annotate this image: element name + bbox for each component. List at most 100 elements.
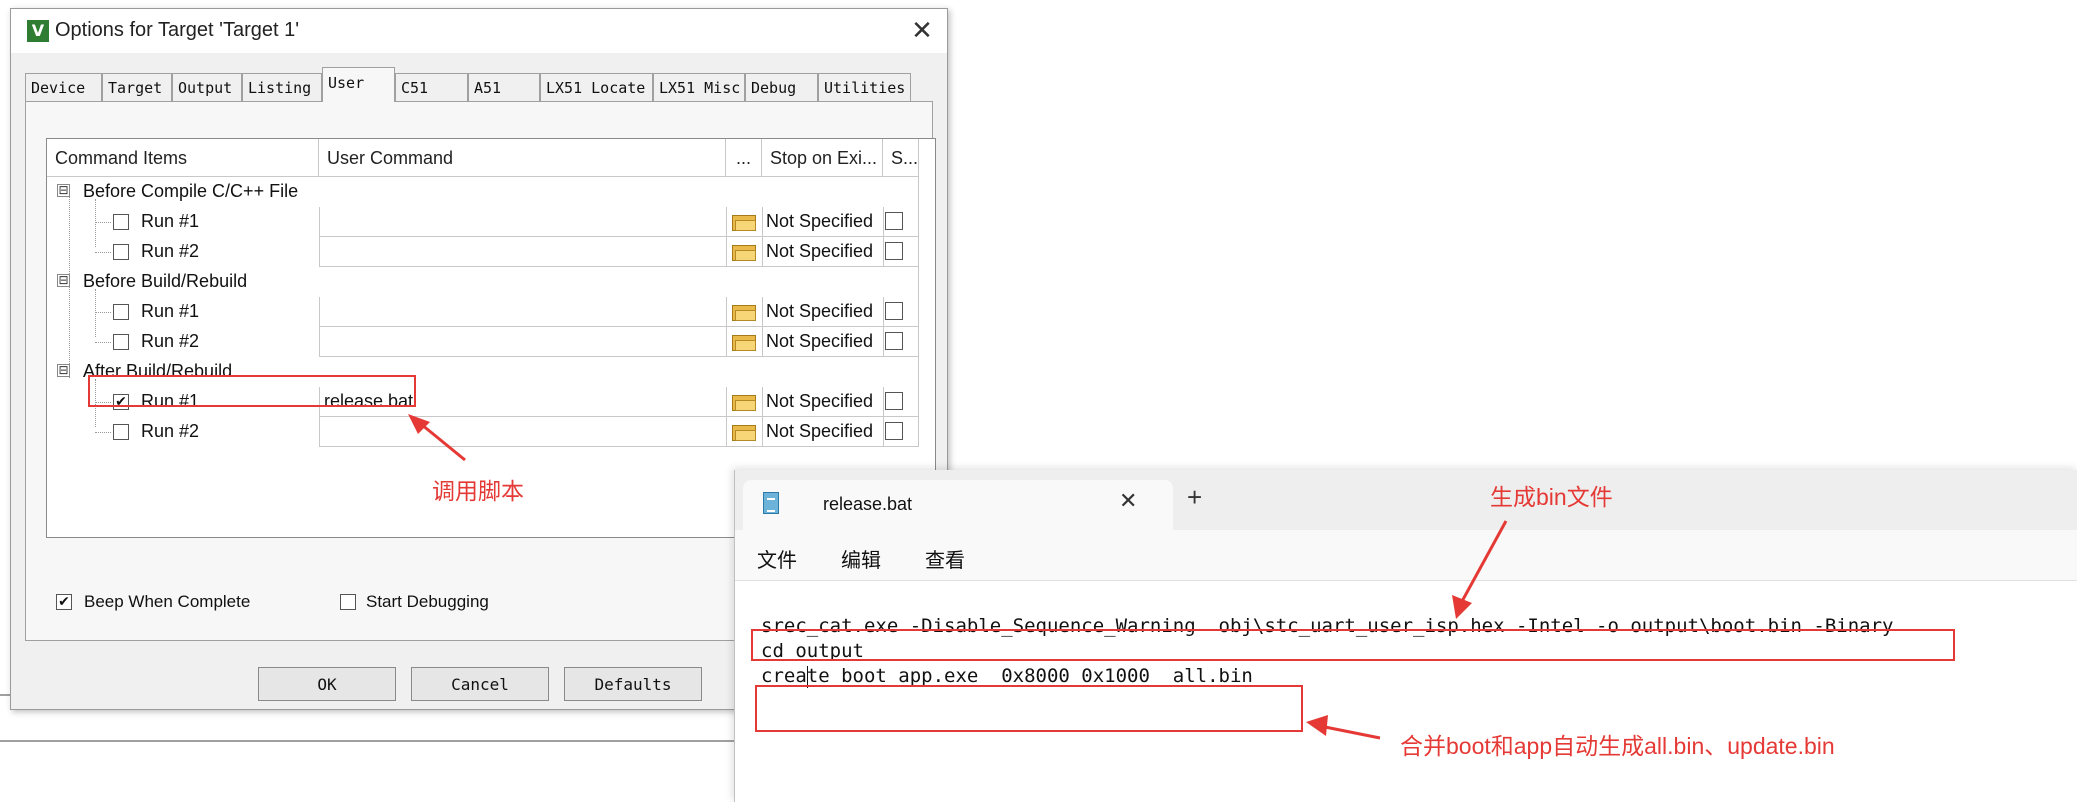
stop-on-exit-value[interactable]: Not Specified [762,387,884,417]
highlight-srec-line [751,629,1955,661]
stop-on-exit-value[interactable]: Not Specified [762,297,884,327]
notepad-icon [763,492,779,514]
group-row-filler [319,267,919,297]
menu-file[interactable]: 文件 [757,544,797,573]
annotation-call-script: 调用脚本 [432,478,524,504]
run-row: Run #2 Not Specified [47,237,937,267]
highlight-create-line [755,685,1303,732]
column-header-user-command[interactable]: User Command [319,139,726,177]
tab-lx51-locate[interactable]: LX51 Locate [540,73,653,101]
browse-button[interactable] [726,297,763,327]
tab-target[interactable]: Target [102,73,172,101]
editor-line: create_boot_app.exe 0x8000 0x1000 all.bi… [761,665,1253,687]
folder-open-icon [732,303,756,321]
tree-line [95,252,111,253]
s-cell [883,387,919,417]
beep-label: Beep When Complete [84,592,251,611]
s-cell [883,417,919,447]
browse-button[interactable] [726,207,763,237]
s-cell [883,237,919,267]
stop-on-exit-value[interactable]: Not Specified [762,237,884,267]
column-header-command-items[interactable]: Command Items [47,139,319,177]
run-checkbox[interactable] [113,244,129,260]
start-debugging-checkbox[interactable] [340,594,356,610]
tree-line [95,342,111,343]
tree-line [95,432,111,433]
tab-utilities[interactable]: Utilities [818,73,911,101]
s-checkbox[interactable] [885,302,903,320]
beep-checkbox[interactable]: ✔ [56,594,72,610]
keil-app-icon: V [27,20,49,42]
run-checkbox[interactable] [113,334,129,350]
collapse-icon[interactable]: ⊟ [57,364,70,377]
notepad-tabbar: release.bat ✕ + [735,470,2077,530]
background-line [0,740,734,742]
run-checkbox[interactable] [113,424,129,440]
tab-debug[interactable]: Debug [745,73,818,101]
tree-line [95,312,111,313]
cancel-button[interactable]: Cancel [411,667,549,701]
dialog-title: Options for Target 'Target 1' [55,19,300,41]
stop-on-exit-value[interactable]: Not Specified [762,417,884,447]
ok-button[interactable]: OK [258,667,396,701]
s-cell [883,327,919,357]
stop-on-exit-value[interactable]: Not Specified [762,207,884,237]
run-label: Run #1 [141,211,200,231]
s-checkbox[interactable] [885,242,903,260]
folder-open-icon [732,393,756,411]
notepad-tab[interactable]: release.bat ✕ [743,480,1173,530]
tab-output[interactable]: Output [172,73,242,101]
tab-a51[interactable]: A51 [468,73,540,101]
notepad-menubar: 文件 编辑 查看 [735,530,2077,581]
annotation-arrow [1452,520,1508,619]
close-icon[interactable]: ✕ [907,15,937,45]
folder-open-icon [732,333,756,351]
tab-lx51-misc[interactable]: LX51 Misc [653,73,745,101]
run-row: Run #2 Not Specified [47,327,937,357]
column-header-browse[interactable]: ... [726,139,762,177]
group-row: ⊟ Before Compile C/C++ File [47,177,937,207]
run-label: Run #1 [141,301,200,321]
folder-open-icon [732,423,756,441]
s-checkbox[interactable] [885,332,903,350]
annotation-generate-bin: 生成bin文件 [1490,484,1613,510]
tab-user[interactable]: User [322,67,395,102]
plus-icon[interactable]: + [1187,482,1202,513]
menu-edit[interactable]: 编辑 [841,544,881,573]
run-row: Run #1 Not Specified [47,207,937,237]
highlight-release-bat [88,375,416,407]
user-command-field[interactable] [319,207,727,237]
run-label: Run #2 [141,331,200,351]
user-command-field[interactable] [319,327,727,357]
stop-on-exit-value[interactable]: Not Specified [762,327,884,357]
tab-c51[interactable]: C51 [395,73,468,101]
tab-device[interactable]: Device [25,73,102,101]
run-checkbox[interactable] [113,214,129,230]
column-header-stop-on-exit[interactable]: Stop on Exi... [762,139,883,177]
s-cell [883,297,919,327]
browse-button[interactable] [726,387,763,417]
annotation-arrow [1306,715,1381,740]
user-command-field[interactable] [319,297,727,327]
s-checkbox[interactable] [885,422,903,440]
browse-button[interactable] [726,417,763,447]
s-checkbox[interactable] [885,392,903,410]
column-header-s[interactable]: S... [883,139,919,177]
browse-button[interactable] [726,237,763,267]
run-row: Run #2 Not Specified [47,417,937,447]
browse-button[interactable] [726,327,763,357]
run-checkbox[interactable] [113,304,129,320]
run-label: Run #2 [141,241,200,261]
collapse-icon[interactable]: ⊟ [57,184,70,197]
s-checkbox[interactable] [885,212,903,230]
close-tab-icon[interactable]: ✕ [1119,488,1137,514]
folder-open-icon [732,243,756,261]
menu-view[interactable]: 查看 [925,544,965,573]
defaults-button[interactable]: Defaults [564,667,702,701]
tab-listing[interactable]: Listing [242,73,322,101]
user-command-field[interactable] [319,237,727,267]
user-command-field[interactable] [319,417,727,447]
s-cell [883,207,919,237]
group-label: Before Compile C/C++ File [83,181,299,201]
collapse-icon[interactable]: ⊟ [57,274,70,287]
